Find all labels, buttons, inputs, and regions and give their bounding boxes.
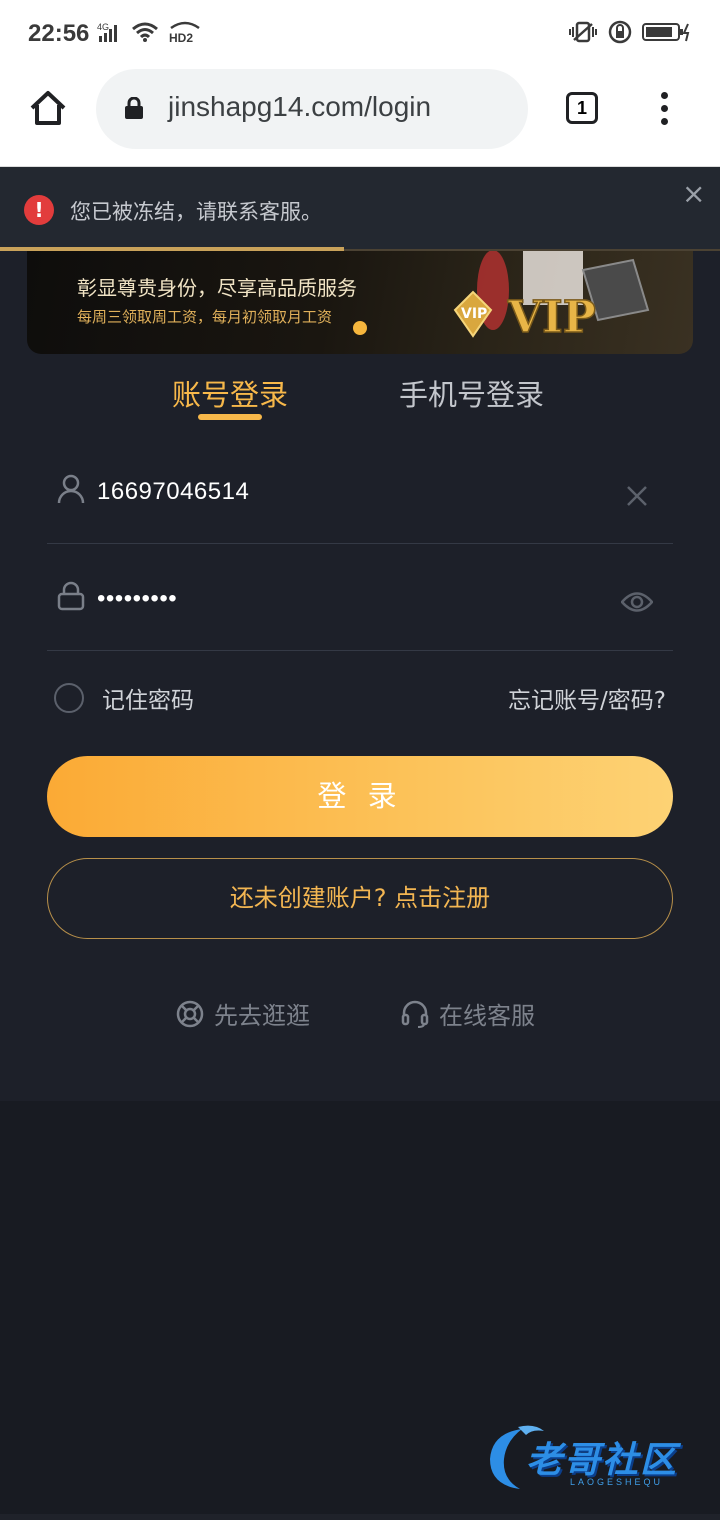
vibrate-icon (569, 21, 597, 43)
lifebuoy-icon (176, 1000, 204, 1027)
svg-text:HD2: HD2 (169, 31, 193, 44)
tab-account-login[interactable]: 账号登录 (172, 372, 288, 414)
alert-message: 您已被冻结，请联系客服。 (70, 200, 322, 224)
login-button[interactable]: 登 录 (47, 756, 673, 837)
tab-phone-login[interactable]: 手机号登录 (399, 372, 544, 414)
address-bar[interactable]: jinshapg14.com/login (96, 69, 528, 149)
login-panel: 彰显尊贵身份，尽享高品质服务 每周三领取周工资，每月初领取月工资 VIP VIP… (0, 167, 720, 1101)
watermark-subtext: LAOGESHEQU (570, 1477, 664, 1487)
forgot-password-link[interactable]: 忘记账号/密码? (508, 681, 666, 715)
customer-service-link[interactable]: 在线客服 (401, 996, 535, 1031)
register-button[interactable]: 还未创建账户? 点击注册 (47, 858, 673, 939)
wifi-icon (132, 22, 158, 42)
banner-headline: 彰显尊贵身份，尽享高品质服务 (77, 276, 357, 300)
tab-switcher-button[interactable]: 1 (566, 92, 598, 124)
watermark-text: 老哥社区 (526, 1440, 679, 1481)
carousel-indicator[interactable] (353, 321, 367, 335)
frozen-account-alert: ! 您已被冻结，请联系客服。 × (0, 167, 720, 251)
browse-link[interactable]: 先去逛逛 (176, 996, 310, 1031)
close-icon[interactable]: × (682, 180, 705, 208)
username-input[interactable]: 16697046514 (97, 478, 249, 506)
active-tab-indicator (198, 414, 262, 420)
lock-icon[interactable] (124, 97, 144, 119)
home-icon[interactable] (28, 88, 68, 128)
browse-label: 先去逛逛 (214, 1002, 310, 1030)
service-label: 在线客服 (439, 1002, 535, 1030)
password-field[interactable]: ••••••••• (47, 543, 673, 651)
url-text[interactable]: jinshapg14.com/login (168, 91, 431, 123)
remember-label: 记住密码 (102, 688, 194, 714)
error-icon: ! (24, 195, 54, 225)
status-time: 22:56 (28, 20, 90, 47)
battery-icon (642, 23, 690, 42)
nav-bar-edge (0, 1514, 720, 1520)
remember-password[interactable]: 记住密码 (54, 681, 194, 715)
svg-text:VIP: VIP (507, 292, 596, 343)
password-input[interactable]: ••••••••• (97, 585, 177, 613)
overflow-menu-icon[interactable] (656, 92, 672, 128)
vip-illustration: VIP VIP (453, 250, 650, 344)
clear-icon[interactable] (625, 484, 649, 508)
cellular-signal-icon: 4G (97, 22, 117, 42)
status-bar: 22:56 4G HD2 (0, 0, 720, 68)
banner-subline: 每周三领取周工资，每月初领取月工资 (77, 308, 333, 326)
bottom-links: 先去逛逛 在线客服 (0, 996, 720, 1036)
lock-icon (57, 581, 85, 611)
remember-checkbox[interactable] (54, 683, 84, 713)
svg-text:VIP: VIP (461, 306, 487, 322)
user-icon (57, 474, 85, 504)
eye-icon[interactable] (621, 591, 653, 613)
status-icons-right (568, 20, 692, 44)
status-icons-left: 4G HD2 (97, 20, 203, 44)
username-field[interactable]: 16697046514 (47, 436, 673, 544)
hd-voice-icon: HD2 (169, 21, 200, 44)
browser-toolbar: jinshapg14.com/login 1 (0, 68, 720, 167)
vip-banner[interactable]: 彰显尊贵身份，尽享高品质服务 每周三领取周工资，每月初领取月工资 VIP VIP (27, 250, 693, 354)
alert-timer-track (344, 249, 720, 251)
headset-icon (401, 1000, 429, 1028)
rotation-lock-icon (608, 20, 632, 44)
watermark-logo: 老哥社区 LAOGESHEQU (482, 1423, 706, 1495)
svg-text:4G: 4G (97, 22, 109, 32)
alert-timer-bar (0, 247, 344, 251)
login-tabs: 账号登录 手机号登录 (0, 372, 720, 432)
